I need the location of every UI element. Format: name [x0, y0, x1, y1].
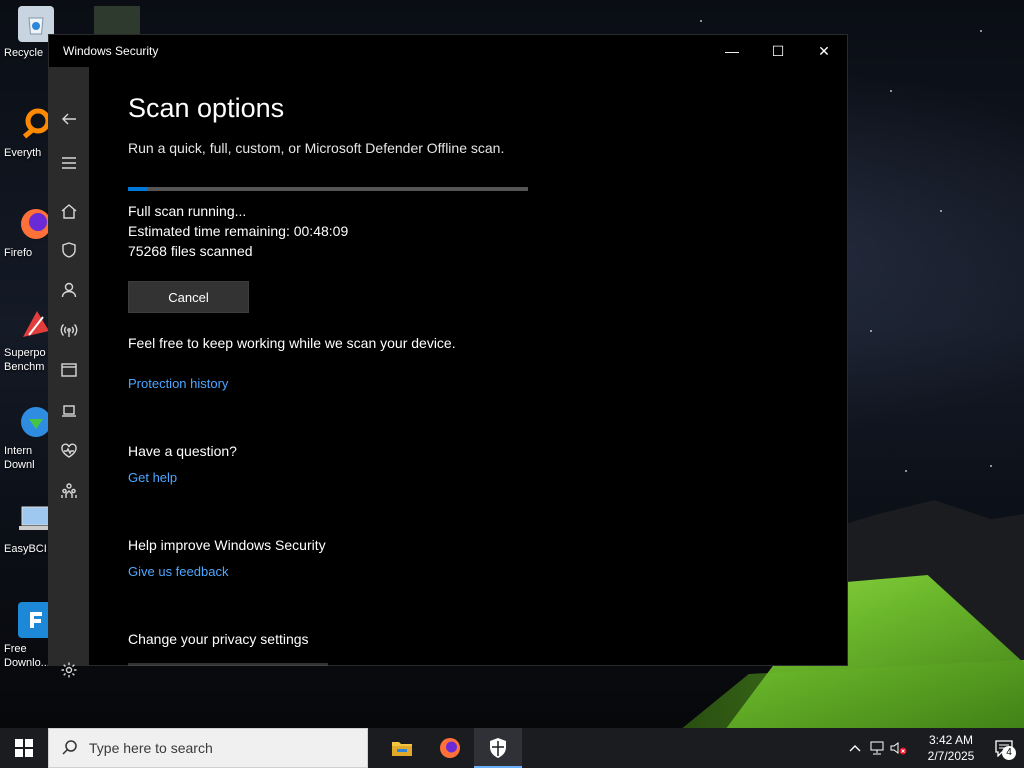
system-tray: 3:42 AM 2/7/2025 4 — [844, 728, 1024, 768]
page-subtitle: Run a quick, full, custom, or Microsoft … — [128, 140, 505, 156]
nav-virus-threat-protection[interactable] — [49, 232, 89, 268]
network-button[interactable] — [866, 728, 888, 768]
clipped-privacy-text — [128, 663, 328, 666]
keep-working-text: Feel free to keep working while we scan … — [128, 335, 456, 351]
taskbar-search-box[interactable]: Type here to search — [48, 728, 368, 768]
search-icon — [62, 740, 77, 755]
desktop-app-thumbnail-icon[interactable] — [94, 6, 140, 34]
cancel-scan-button[interactable]: Cancel — [128, 281, 249, 313]
time-remaining-text: Estimated time remaining: 00:48:09 — [128, 223, 349, 239]
improve-heading: Help improve Windows Security — [128, 537, 326, 553]
nav-firewall-network[interactable] — [49, 312, 89, 348]
question-heading: Have a question? — [128, 443, 237, 459]
clock-date: 2/7/2025 — [927, 749, 975, 763]
file-explorer-icon — [392, 742, 412, 756]
scan-status-text: Full scan running... — [128, 203, 247, 219]
files-scanned-text: 75268 files scanned — [128, 243, 253, 259]
person-icon — [61, 282, 77, 298]
get-help-link[interactable]: Get help — [128, 470, 177, 485]
scan-progress-fill — [128, 187, 148, 191]
clock-time: 3:42 AM — [928, 733, 974, 747]
laptop-icon — [62, 405, 76, 417]
hamburger-menu-icon — [62, 157, 76, 169]
search-placeholder: Type here to search — [89, 740, 213, 756]
navigation-rail — [49, 67, 89, 678]
gear-icon — [61, 662, 77, 678]
volume-button[interactable] — [888, 728, 910, 768]
back-button[interactable] — [49, 101, 89, 137]
protection-history-link[interactable]: Protection history — [128, 376, 228, 391]
taskbar-firefox[interactable] — [426, 728, 474, 768]
nav-settings[interactable] — [49, 652, 89, 688]
nav-app-browser-control[interactable] — [49, 352, 89, 388]
network-wired-icon — [870, 741, 884, 755]
nav-device-security[interactable] — [49, 393, 89, 429]
speaker-muted-icon — [890, 742, 907, 755]
family-icon — [61, 483, 77, 498]
start-button[interactable] — [0, 728, 48, 768]
menu-button[interactable] — [49, 145, 89, 181]
notification-count-badge: 4 — [1002, 746, 1016, 760]
nav-family-options[interactable] — [49, 473, 89, 509]
windows-security-icon — [490, 738, 506, 758]
firefox-icon — [440, 738, 460, 758]
nav-device-performance-health[interactable] — [49, 433, 89, 469]
privacy-heading: Change your privacy settings — [128, 631, 309, 647]
wireless-antenna-icon — [60, 324, 78, 337]
page-title: Scan options — [128, 93, 285, 123]
windows-logo-icon — [15, 739, 33, 757]
action-center-button[interactable]: 4 — [984, 728, 1024, 768]
taskbar-file-explorer[interactable] — [378, 728, 426, 768]
scan-progress-bar — [128, 187, 528, 191]
give-feedback-link[interactable]: Give us feedback — [128, 564, 228, 579]
show-hidden-icons-button[interactable] — [844, 728, 866, 768]
windows-security-window: Windows Security — ☐ ✕ Scan options Run … — [48, 34, 848, 678]
app-browser-icon — [61, 363, 77, 377]
taskbar-windows-security[interactable] — [474, 728, 522, 768]
shield-icon — [62, 242, 76, 258]
scan-options-content: Scan options Run a quick, full, custom, … — [128, 35, 828, 667]
back-arrow-icon — [62, 113, 76, 125]
nav-account-protection[interactable] — [49, 272, 89, 308]
heart-health-icon — [61, 443, 77, 458]
clock[interactable]: 3:42 AM 2/7/2025 — [918, 732, 984, 764]
chevron-up-icon — [849, 745, 861, 752]
taskbar: Type here to search 3:42 AM 2/7/2025 4 — [0, 728, 1024, 768]
home-icon — [61, 204, 77, 219]
nav-home[interactable] — [49, 193, 89, 229]
